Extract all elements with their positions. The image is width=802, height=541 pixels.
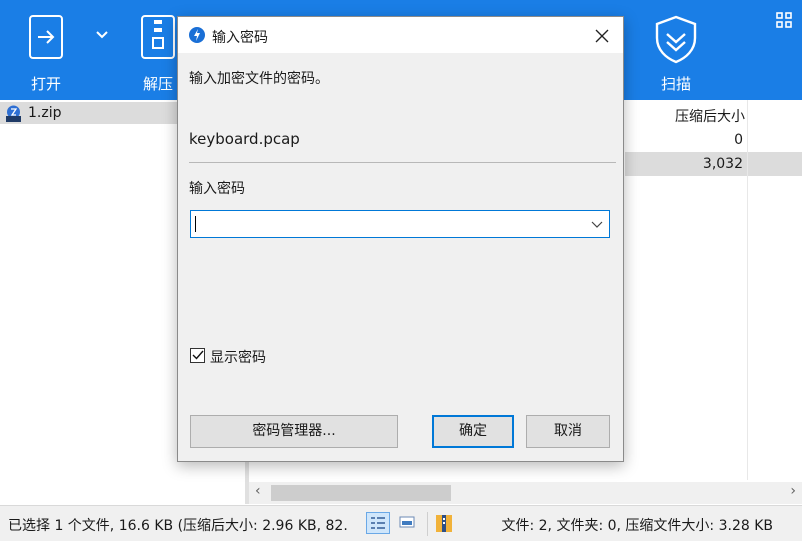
chevron-down-icon[interactable]	[591, 215, 603, 234]
status-divider	[427, 512, 428, 536]
scan-label: 扫描	[660, 75, 691, 93]
archive-info-icon[interactable]	[433, 512, 457, 534]
details-view-icon[interactable]	[366, 512, 390, 534]
app-grid-icon[interactable]	[776, 12, 792, 32]
show-password-label[interactable]: 显示密码	[210, 347, 266, 367]
open-button[interactable]: 打开	[18, 0, 74, 100]
selection-status: 已选择 1 个文件, 16.6 KB (压缩后大小: 2.96 KB, 82.	[8, 518, 348, 534]
shield-icon	[651, 14, 701, 68]
password-dialog: 输入密码 输入加密文件的密码。 keyboard.pcap 输入密码 显示密码 …	[177, 16, 624, 462]
open-dropdown-chevron-icon[interactable]	[96, 28, 108, 42]
password-input[interactable]	[190, 210, 610, 238]
tree-item-label: 1.zip	[28, 105, 62, 121]
dialog-title-bar[interactable]: 输入密码	[178, 17, 623, 53]
tree-item-zip[interactable]: 1.zip	[0, 102, 178, 124]
status-bar: 已选择 1 个文件, 16.6 KB (压缩后大小: 2.96 KB, 82. …	[0, 505, 802, 541]
horizontal-scrollbar[interactable]: ‹ ›	[249, 482, 802, 504]
password-label: 输入密码	[189, 181, 245, 197]
close-icon[interactable]	[595, 23, 609, 48]
checkmark-icon	[192, 346, 204, 365]
file-list[interactable]: 压缩后大小 0 3,032	[625, 100, 802, 480]
scan-button[interactable]: 扫描	[646, 0, 706, 100]
cancel-button[interactable]: 取消	[526, 415, 610, 448]
encrypted-file-name: keyboard.pcap	[189, 130, 300, 148]
zip-file-icon	[5, 105, 22, 122]
password-manager-button[interactable]: 密码管理器...	[190, 415, 398, 448]
zip-extract-icon	[138, 14, 178, 64]
open-label: 打开	[30, 75, 61, 93]
app-logo-icon	[189, 27, 205, 47]
column-divider	[747, 100, 748, 480]
scrollbar-thumb[interactable]	[271, 485, 451, 501]
scroll-right-icon[interactable]: ›	[790, 483, 796, 499]
dialog-title: 输入密码	[212, 30, 268, 46]
thumbnail-view-icon[interactable]	[396, 512, 420, 534]
text-caret	[195, 216, 196, 232]
table-cell-compressed-size: 0	[734, 132, 743, 148]
column-header-compressed-size[interactable]: 压缩后大小	[625, 106, 745, 126]
archive-summary-status: 文件: 2, 文件夹: 0, 压缩文件大小: 3.28 KB	[501, 518, 773, 534]
show-password-checkbox[interactable]	[190, 348, 205, 363]
password-prompt-text: 输入加密文件的密码。	[189, 71, 329, 87]
open-icon	[26, 14, 66, 64]
table-cell-compressed-size: 3,032	[702, 156, 743, 172]
divider	[189, 162, 616, 163]
scroll-left-icon[interactable]: ‹	[255, 483, 261, 499]
ok-button[interactable]: 确定	[432, 415, 514, 448]
folder-tree[interactable]: 1.zip	[0, 100, 178, 502]
